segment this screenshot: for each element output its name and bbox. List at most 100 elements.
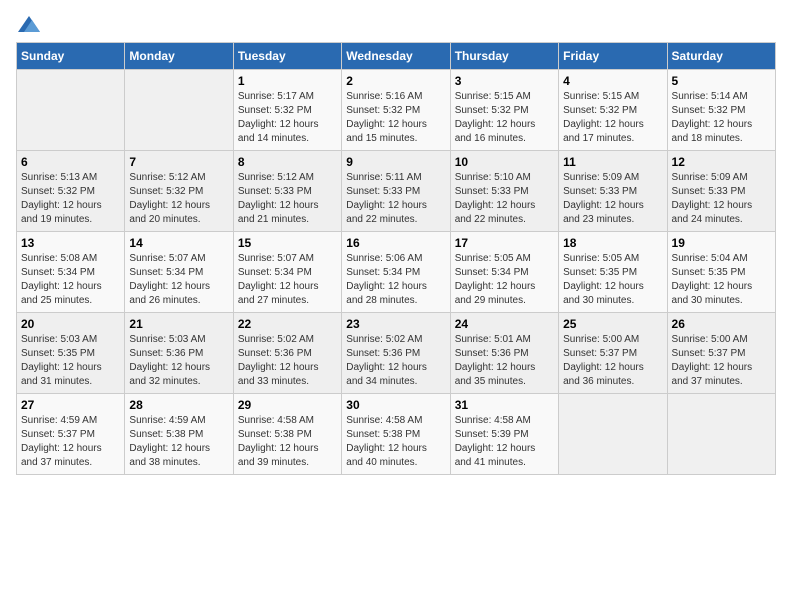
day-number: 16	[346, 236, 445, 250]
header-sunday: Sunday	[17, 43, 125, 70]
day-cell: 6 Sunrise: 5:13 AM Sunset: 5:32 PM Daylig…	[17, 151, 125, 232]
day-number: 12	[672, 155, 771, 169]
day-info: Sunrise: 5:15 AM Sunset: 5:32 PM Dayligh…	[455, 90, 554, 146]
day-cell: 12 Sunrise: 5:09 AM Sunset: 5:33 PM Dayli…	[667, 151, 775, 232]
day-cell	[559, 394, 667, 475]
day-number: 9	[346, 155, 445, 169]
day-info: Sunrise: 5:15 AM Sunset: 5:32 PM Dayligh…	[563, 90, 662, 146]
week-row-5: 27Sunrise: 4:59 AM Sunset: 5:37 PM Dayli…	[17, 394, 776, 475]
day-cell: 7 Sunrise: 5:12 AM Sunset: 5:32 PM Daylig…	[125, 151, 233, 232]
day-info: Sunrise: 5:06 AM Sunset: 5:34 PM Dayligh…	[346, 252, 445, 308]
header-wednesday: Wednesday	[342, 43, 450, 70]
day-number: 18	[563, 236, 662, 250]
day-cell: 19 Sunrise: 5:04 AM Sunset: 5:35 PM Dayli…	[667, 232, 775, 313]
header-friday: Friday	[559, 43, 667, 70]
week-row-3: 13Sunrise: 5:08 AM Sunset: 5:34 PM Dayli…	[17, 232, 776, 313]
day-number: 17	[455, 236, 554, 250]
day-info: Sunrise: 5:03 AM Sunset: 5:36 PM Dayligh…	[129, 333, 228, 389]
day-cell: 25Sunrise: 5:00 AM Sunset: 5:37 PM Dayli…	[559, 313, 667, 394]
header-monday: Monday	[125, 43, 233, 70]
day-cell	[17, 70, 125, 151]
day-number: 8	[238, 155, 337, 169]
day-cell: 31 Sunrise: 4:58 AM Sunset: 5:39 PM Dayli…	[450, 394, 558, 475]
day-info: Sunrise: 5:12 AM Sunset: 5:33 PM Dayligh…	[238, 171, 337, 227]
day-number: 31	[455, 398, 554, 412]
day-cell: 2 Sunrise: 5:16 AM Sunset: 5:32 PM Daylig…	[342, 70, 450, 151]
day-info: Sunrise: 5:04 AM Sunset: 5:35 PM Dayligh…	[672, 252, 771, 308]
day-cell: 17Sunrise: 5:05 AM Sunset: 5:34 PM Dayli…	[450, 232, 558, 313]
day-cell: 30 Sunrise: 4:58 AM Sunset: 5:38 PM Dayli…	[342, 394, 450, 475]
day-number: 6	[21, 155, 120, 169]
day-cell: 8 Sunrise: 5:12 AM Sunset: 5:33 PM Daylig…	[233, 151, 341, 232]
day-info: Sunrise: 4:58 AM Sunset: 5:39 PM Dayligh…	[455, 414, 554, 470]
day-info: Sunrise: 5:10 AM Sunset: 5:33 PM Dayligh…	[455, 171, 554, 227]
day-number: 22	[238, 317, 337, 331]
day-cell	[125, 70, 233, 151]
day-number: 30	[346, 398, 445, 412]
day-info: Sunrise: 5:02 AM Sunset: 5:36 PM Dayligh…	[346, 333, 445, 389]
day-cell: 24Sunrise: 5:01 AM Sunset: 5:36 PM Dayli…	[450, 313, 558, 394]
day-cell: 26 Sunrise: 5:00 AM Sunset: 5:37 PM Dayli…	[667, 313, 775, 394]
day-number: 20	[21, 317, 120, 331]
day-cell: 23 Sunrise: 5:02 AM Sunset: 5:36 PM Dayli…	[342, 313, 450, 394]
day-cell: 27Sunrise: 4:59 AM Sunset: 5:37 PM Dayli…	[17, 394, 125, 475]
logo	[16, 16, 40, 32]
day-cell: 16 Sunrise: 5:06 AM Sunset: 5:34 PM Dayli…	[342, 232, 450, 313]
calendar: SundayMondayTuesdayWednesdayThursdayFrid…	[16, 42, 776, 475]
day-info: Sunrise: 5:11 AM Sunset: 5:33 PM Dayligh…	[346, 171, 445, 227]
day-cell: 9 Sunrise: 5:11 AM Sunset: 5:33 PM Daylig…	[342, 151, 450, 232]
week-row-2: 6 Sunrise: 5:13 AM Sunset: 5:32 PM Daylig…	[17, 151, 776, 232]
day-number: 29	[238, 398, 337, 412]
day-info: Sunrise: 5:00 AM Sunset: 5:37 PM Dayligh…	[563, 333, 662, 389]
day-cell: 21Sunrise: 5:03 AM Sunset: 5:36 PM Dayli…	[125, 313, 233, 394]
day-info: Sunrise: 4:59 AM Sunset: 5:38 PM Dayligh…	[129, 414, 228, 470]
day-cell: 15 Sunrise: 5:07 AM Sunset: 5:34 PM Dayli…	[233, 232, 341, 313]
day-info: Sunrise: 4:59 AM Sunset: 5:37 PM Dayligh…	[21, 414, 120, 470]
day-number: 26	[672, 317, 771, 331]
day-info: Sunrise: 5:16 AM Sunset: 5:32 PM Dayligh…	[346, 90, 445, 146]
day-info: Sunrise: 5:05 AM Sunset: 5:35 PM Dayligh…	[563, 252, 662, 308]
day-number: 15	[238, 236, 337, 250]
day-number: 14	[129, 236, 228, 250]
day-cell: 4 Sunrise: 5:15 AM Sunset: 5:32 PM Daylig…	[559, 70, 667, 151]
day-info: Sunrise: 5:02 AM Sunset: 5:36 PM Dayligh…	[238, 333, 337, 389]
day-number: 5	[672, 74, 771, 88]
logo-icon	[18, 16, 40, 32]
day-info: Sunrise: 4:58 AM Sunset: 5:38 PM Dayligh…	[238, 414, 337, 470]
day-info: Sunrise: 5:09 AM Sunset: 5:33 PM Dayligh…	[672, 171, 771, 227]
day-info: Sunrise: 5:14 AM Sunset: 5:32 PM Dayligh…	[672, 90, 771, 146]
day-info: Sunrise: 5:07 AM Sunset: 5:34 PM Dayligh…	[129, 252, 228, 308]
day-number: 3	[455, 74, 554, 88]
day-number: 1	[238, 74, 337, 88]
day-cell: 22 Sunrise: 5:02 AM Sunset: 5:36 PM Dayli…	[233, 313, 341, 394]
day-number: 19	[672, 236, 771, 250]
header	[16, 16, 776, 32]
day-info: Sunrise: 5:12 AM Sunset: 5:32 PM Dayligh…	[129, 171, 228, 227]
day-info: Sunrise: 5:00 AM Sunset: 5:37 PM Dayligh…	[672, 333, 771, 389]
day-number: 28	[129, 398, 228, 412]
week-row-4: 20 Sunrise: 5:03 AM Sunset: 5:35 PM Dayli…	[17, 313, 776, 394]
day-cell	[667, 394, 775, 475]
day-number: 7	[129, 155, 228, 169]
day-cell: 11Sunrise: 5:09 AM Sunset: 5:33 PM Dayli…	[559, 151, 667, 232]
day-cell: 29 Sunrise: 4:58 AM Sunset: 5:38 PM Dayli…	[233, 394, 341, 475]
day-cell: 1 Sunrise: 5:17 AM Sunset: 5:32 PM Daylig…	[233, 70, 341, 151]
day-info: Sunrise: 5:03 AM Sunset: 5:35 PM Dayligh…	[21, 333, 120, 389]
day-number: 24	[455, 317, 554, 331]
day-info: Sunrise: 5:08 AM Sunset: 5:34 PM Dayligh…	[21, 252, 120, 308]
day-number: 10	[455, 155, 554, 169]
header-tuesday: Tuesday	[233, 43, 341, 70]
day-number: 11	[563, 155, 662, 169]
calendar-header-row: SundayMondayTuesdayWednesdayThursdayFrid…	[17, 43, 776, 70]
day-cell: 20 Sunrise: 5:03 AM Sunset: 5:35 PM Dayli…	[17, 313, 125, 394]
day-cell: 10 Sunrise: 5:10 AM Sunset: 5:33 PM Dayli…	[450, 151, 558, 232]
day-info: Sunrise: 5:13 AM Sunset: 5:32 PM Dayligh…	[21, 171, 120, 227]
day-number: 23	[346, 317, 445, 331]
day-number: 2	[346, 74, 445, 88]
day-cell: 18 Sunrise: 5:05 AM Sunset: 5:35 PM Dayli…	[559, 232, 667, 313]
day-info: Sunrise: 5:07 AM Sunset: 5:34 PM Dayligh…	[238, 252, 337, 308]
day-number: 4	[563, 74, 662, 88]
day-info: Sunrise: 4:58 AM Sunset: 5:38 PM Dayligh…	[346, 414, 445, 470]
day-info: Sunrise: 5:17 AM Sunset: 5:32 PM Dayligh…	[238, 90, 337, 146]
day-cell: 5 Sunrise: 5:14 AM Sunset: 5:32 PM Daylig…	[667, 70, 775, 151]
